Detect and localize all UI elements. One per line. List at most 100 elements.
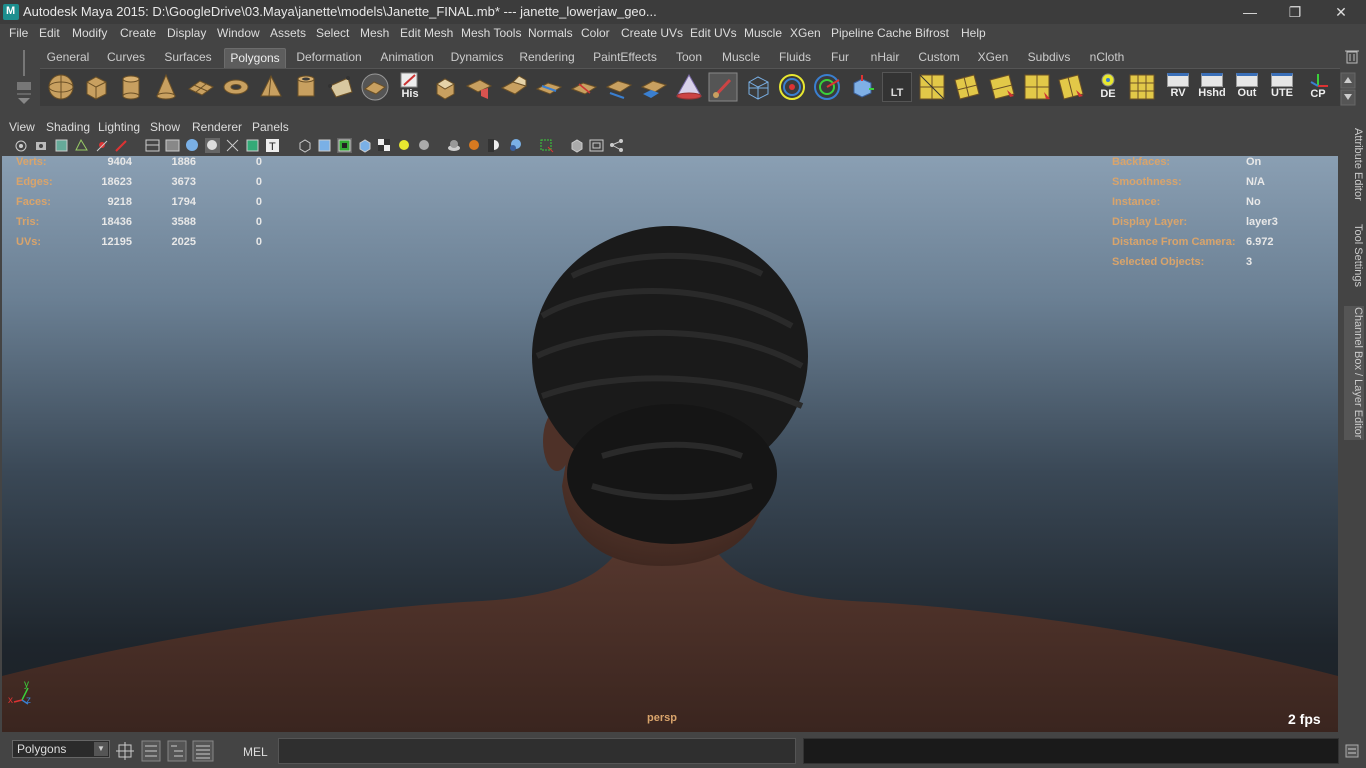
menu-color[interactable]: Color — [581, 26, 610, 40]
node-editor-icon[interactable] — [609, 138, 624, 153]
ambient-occlusion-icon[interactable] — [447, 138, 462, 153]
anti-aliasing-icon[interactable] — [487, 138, 502, 153]
textured-icon[interactable] — [205, 138, 220, 153]
uv-grid-icon-2[interactable] — [952, 72, 982, 102]
hshd-button[interactable]: Hshd — [1196, 72, 1228, 102]
select-camera-icon[interactable] — [14, 138, 29, 153]
shelf-tab-surfaces[interactable]: Surfaces — [158, 48, 218, 68]
menu-edit-uvs[interactable]: Edit UVs — [690, 26, 737, 40]
offset-edge-loop-icon[interactable] — [604, 72, 634, 102]
insert-edge-loop-icon[interactable] — [569, 72, 599, 102]
gate-mask-icon[interactable] — [569, 138, 584, 153]
hypergraph-icon[interactable] — [167, 740, 187, 762]
shelf-tab-custom[interactable]: Custom — [912, 48, 966, 68]
paint-icon[interactable] — [114, 138, 129, 153]
menu-mesh[interactable]: Mesh — [360, 26, 389, 40]
rotate-manip-icon[interactable] — [777, 72, 807, 102]
panel-menu-renderer[interactable]: Renderer — [192, 120, 242, 134]
poly-cube-icon[interactable] — [81, 72, 111, 102]
bridge-icon[interactable] — [464, 72, 494, 102]
shelf-tab-toon[interactable]: Toon — [670, 48, 708, 68]
append-polygon-icon[interactable] — [499, 72, 529, 102]
poly-plane-icon[interactable] — [186, 72, 216, 102]
his-button[interactable]: His — [394, 72, 426, 102]
shadows-icon[interactable] — [245, 138, 260, 153]
shelf-tab-animation[interactable]: Animation — [372, 48, 442, 68]
poly-pyramid-icon[interactable] — [256, 72, 286, 102]
xray-icon[interactable] — [317, 138, 332, 153]
panel-menu-view[interactable]: View — [9, 120, 35, 134]
menu-pipeline-cache[interactable]: Pipeline Cache — [831, 26, 912, 40]
shelf-tab-fluids[interactable]: Fluids — [774, 48, 816, 68]
menu-mesh-tools[interactable]: Mesh Tools — [461, 26, 521, 40]
menu-create-uvs[interactable]: Create UVs — [621, 26, 683, 40]
close-button[interactable]: ✕ — [1321, 2, 1361, 22]
restore-button[interactable]: ❐ — [1275, 2, 1315, 22]
smooth-shade-icon[interactable] — [165, 138, 180, 153]
mel-label[interactable]: MEL — [243, 745, 268, 759]
shelf-tab-muscle[interactable]: Muscle — [714, 48, 768, 68]
shelf-tab-ncloth[interactable]: nCloth — [1082, 48, 1132, 68]
menu-create[interactable]: Create — [120, 26, 156, 40]
uv-grid-icon-5[interactable] — [1056, 72, 1086, 102]
menu-window[interactable]: Window — [217, 26, 260, 40]
poly-pipe-icon[interactable] — [291, 72, 321, 102]
menu-modify[interactable]: Modify — [72, 26, 107, 40]
shelf-tab-painteffects[interactable]: PaintEffects — [586, 48, 664, 68]
poly-cone-icon[interactable] — [151, 72, 181, 102]
bookmark-icon[interactable] — [54, 138, 69, 153]
menu-muscle[interactable]: Muscle — [744, 26, 782, 40]
depth-of-field-icon[interactable] — [508, 138, 523, 153]
uv-grid-icon-6[interactable] — [1127, 72, 1157, 102]
xray-joints-icon[interactable] — [337, 138, 352, 153]
shelf-tab-deformation[interactable]: Deformation — [292, 48, 366, 68]
wireframe-cube-icon[interactable] — [743, 72, 773, 102]
viewport-3d[interactable]: Verts: 9404 1886 0 Edges: 18623 3673 0 F… — [2, 156, 1338, 732]
rv-button[interactable]: RV — [1162, 72, 1194, 102]
grease-pencil-icon[interactable] — [95, 138, 110, 153]
wireframe-icon[interactable] — [145, 138, 160, 153]
checker-icon[interactable] — [377, 138, 392, 153]
de-button[interactable]: DE — [1092, 72, 1124, 102]
sculpt-tool-icon[interactable] — [674, 72, 704, 102]
shelf-tab-dynamics[interactable]: Dynamics — [446, 48, 508, 68]
shelf-tab-fur[interactable]: Fur — [822, 48, 858, 68]
shelf-tab-xgen[interactable]: XGen — [972, 48, 1014, 68]
shelf-scroll-arrows[interactable] — [1340, 72, 1356, 106]
menu-normals[interactable]: Normals — [528, 26, 573, 40]
add-divisions-icon[interactable] — [639, 72, 669, 102]
poly-cylinder-icon[interactable] — [116, 72, 146, 102]
uv-grid-icon-1[interactable] — [917, 72, 947, 102]
shelf-options-handle[interactable] — [8, 48, 38, 110]
script-editor-icon[interactable] — [192, 740, 214, 762]
shelf-tab-rendering[interactable]: Rendering — [514, 48, 580, 68]
shaded-sphere-icon[interactable] — [417, 138, 432, 153]
isolate-select-icon[interactable] — [297, 138, 312, 153]
menu-help[interactable]: Help — [961, 26, 986, 40]
menu-select[interactable]: Select — [316, 26, 349, 40]
select-camera-view-icon[interactable] — [539, 138, 554, 153]
command-input[interactable] — [278, 738, 796, 764]
wireframe-on-shaded-icon[interactable] — [185, 138, 200, 153]
script-editor-button-icon[interactable] — [1345, 744, 1359, 758]
out-button[interactable]: Out — [1231, 72, 1263, 102]
split-polygon-icon[interactable] — [534, 72, 564, 102]
ute-button[interactable]: UTE — [1266, 72, 1298, 102]
lt-button[interactable]: LT — [882, 72, 914, 102]
menu-edit[interactable]: Edit — [39, 26, 60, 40]
film-gate-icon[interactable] — [589, 138, 604, 153]
uv-grid-icon-3[interactable] — [987, 72, 1017, 102]
panel-menu-lighting[interactable]: Lighting — [98, 120, 140, 134]
camera-attributes-icon[interactable] — [34, 138, 49, 153]
default-light-icon[interactable] — [397, 138, 412, 153]
universal-manip-icon[interactable] — [812, 72, 842, 102]
transform-cube-icon[interactable] — [847, 72, 877, 102]
motion-blur-icon[interactable] — [467, 138, 482, 153]
channel-box-tab[interactable]: Channel Box / Layer Editor — [1344, 306, 1364, 440]
cp-button[interactable]: CP — [1302, 72, 1334, 102]
outliner-icon[interactable] — [141, 740, 161, 762]
shelf-tab-subdivs[interactable]: Subdivs — [1022, 48, 1076, 68]
menu-xgen[interactable]: XGen — [790, 26, 821, 40]
menu-assets[interactable]: Assets — [270, 26, 306, 40]
menu-edit-mesh[interactable]: Edit Mesh — [400, 26, 453, 40]
